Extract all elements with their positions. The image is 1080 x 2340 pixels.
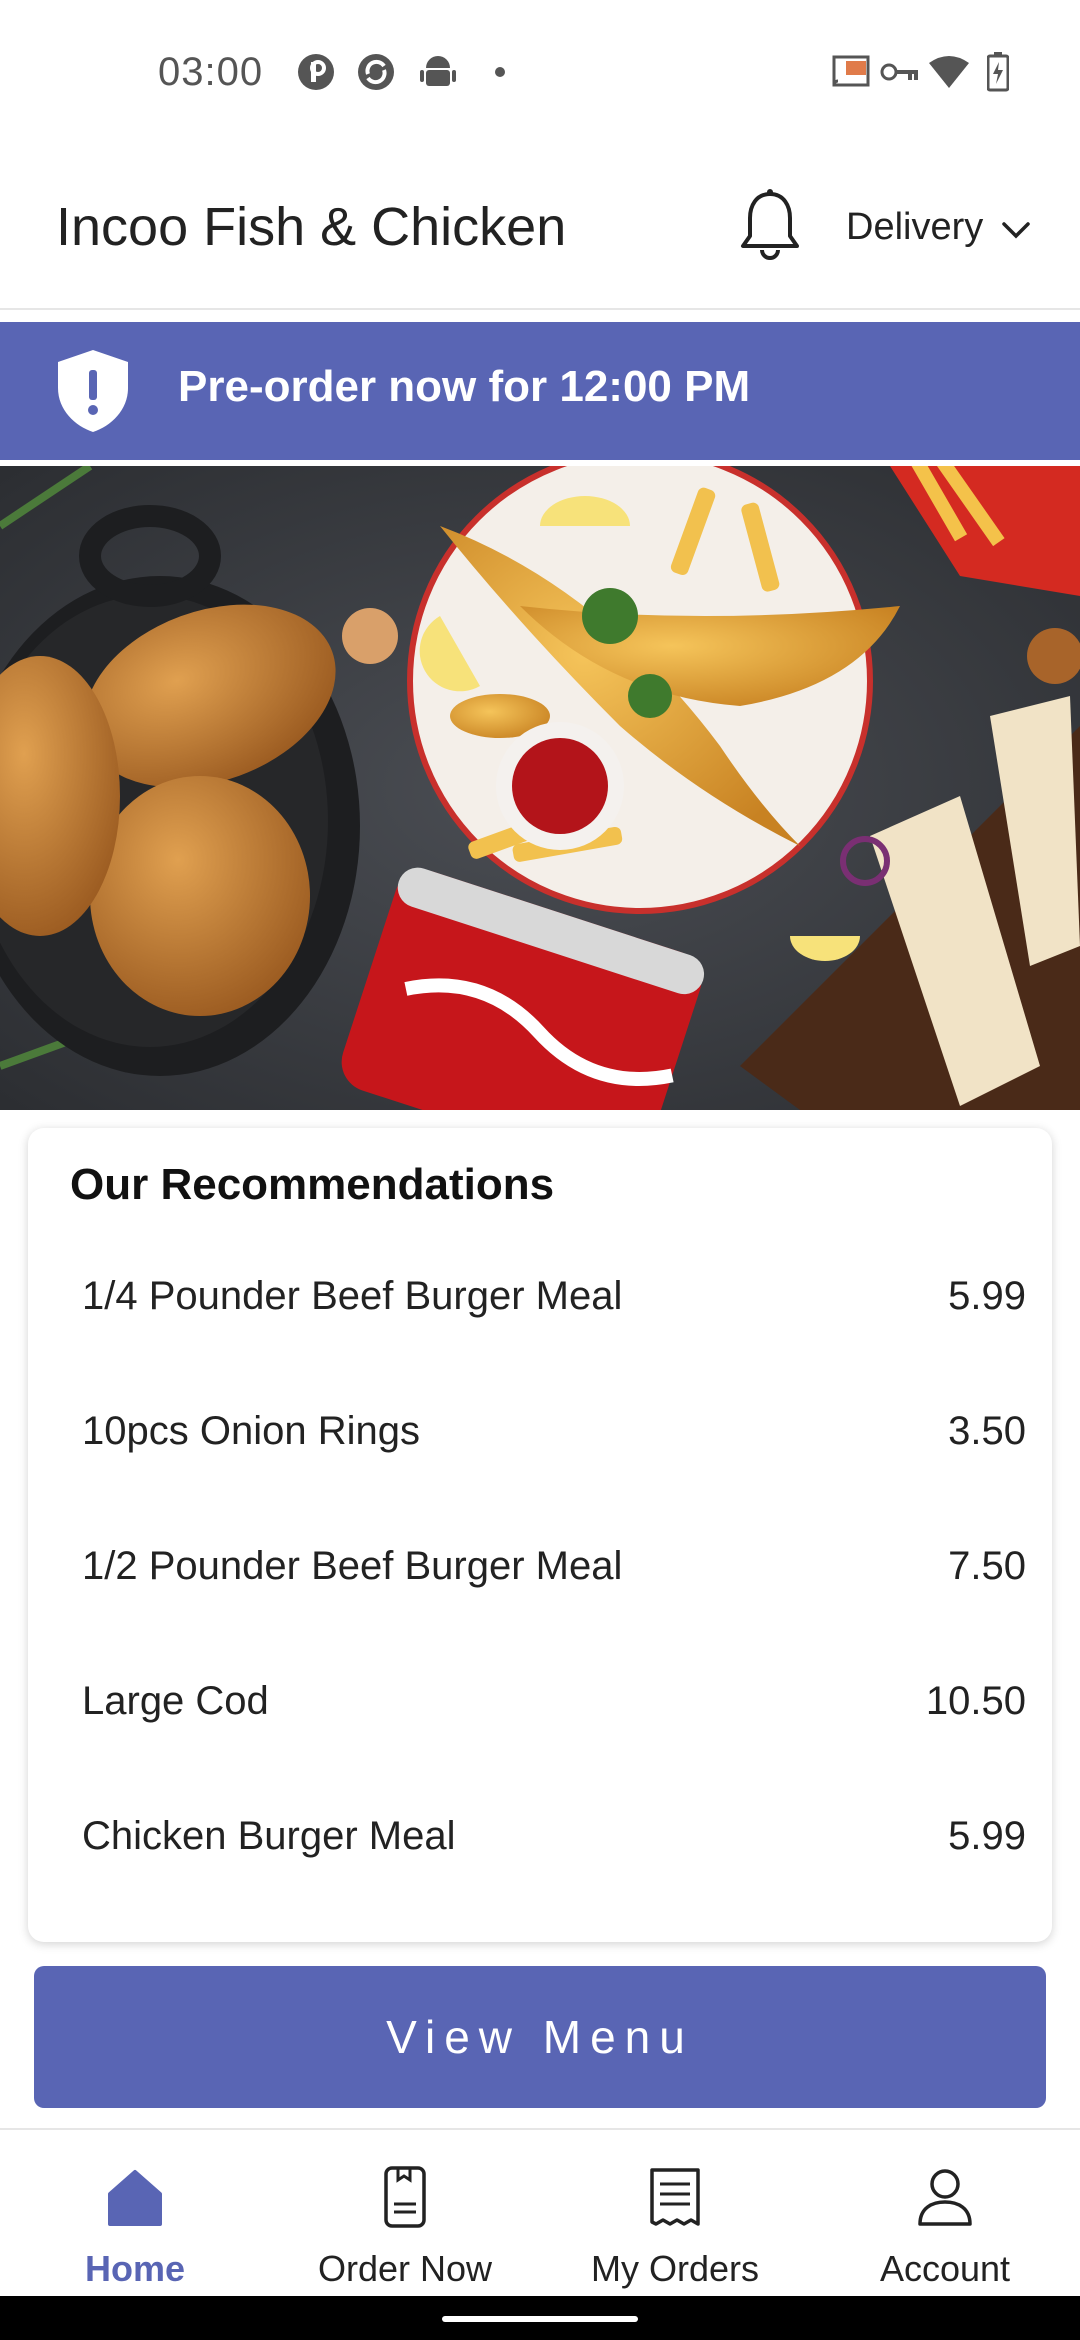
item-price: 5.99 [948,1813,1026,1858]
item-name: Chicken Burger Meal [82,1813,456,1858]
item-name: 10pcs Onion Rings [82,1408,420,1453]
more-notifications-dot-icon [494,52,506,92]
nav-item-account[interactable]: Account [810,2130,1080,2298]
list-item[interactable]: 1/4 Pounder Beef Burger Meal 5.99 [82,1256,1026,1336]
app-header: Incoo Fish & Chicken Delivery [0,150,1080,310]
chevron-down-icon [1001,206,1031,249]
preorder-text: Pre-order now for 12:00 PM [178,362,751,411]
status-time: 03:00 [158,50,264,94]
item-price: 10.50 [925,1678,1026,1723]
item-price: 3.50 [948,1408,1026,1453]
page-title: Incoo Fish & Chicken [56,197,567,257]
nav-item-my-orders[interactable]: My Orders [540,2130,810,2298]
home-icon [104,2166,166,2228]
sync-notification-icon [356,52,396,92]
nav-item-order-now[interactable]: Order Now [270,2130,540,2298]
list-item[interactable]: Chicken Burger Meal 5.99 [82,1796,1026,1876]
recommendations-card: Our Recommendations 1/4 Pounder Beef Bur… [28,1128,1052,1942]
receipt-icon [644,2166,706,2228]
cast-icon [830,52,870,92]
bottom-nav: Home Order Now My Orders Account [0,2128,1080,2298]
list-item[interactable]: 10pcs Onion Rings 3.50 [82,1391,1026,1471]
android-icon [420,52,456,92]
item-name: Large Cod [82,1678,269,1723]
account-icon [914,2166,976,2228]
delivery-dropdown[interactable]: Delivery [846,206,1031,249]
item-name: 1/2 Pounder Beef Burger Meal [82,1543,623,1588]
bell-icon[interactable] [738,188,802,262]
list-item[interactable]: 1/2 Pounder Beef Burger Meal 7.50 [82,1526,1026,1606]
item-price: 5.99 [948,1273,1026,1318]
nav-label-home: Home [84,2248,186,2289]
nav-label-account: Account [879,2248,1011,2289]
list-item[interactable]: Large Cod 10.50 [82,1661,1026,1741]
vpn-key-icon [880,52,920,92]
nav-label-my-orders: My Orders [590,2248,759,2289]
order-icon [374,2166,436,2228]
item-price: 7.50 [948,1543,1026,1588]
nav-label-order-now: Order Now [317,2248,493,2289]
hero-food-image [0,466,1080,1110]
gesture-bar [0,2296,1080,2340]
nav-item-home[interactable]: Home [0,2130,270,2298]
app-notification-icon [296,52,336,92]
preorder-banner: Pre-order now for 12:00 PM [0,322,1080,460]
status-bar: 03:00 [0,0,1080,150]
recommendations-title: Our Recommendations [70,1160,555,1209]
delivery-label: Delivery [846,206,984,248]
home-gesture-handle[interactable] [442,2316,638,2322]
wifi-icon [928,52,970,92]
view-menu-button[interactable]: View Menu [34,1966,1046,2108]
item-name: 1/4 Pounder Beef Burger Meal [82,1273,623,1318]
shield-alert-icon [56,348,130,434]
battery-icon [986,52,1010,92]
